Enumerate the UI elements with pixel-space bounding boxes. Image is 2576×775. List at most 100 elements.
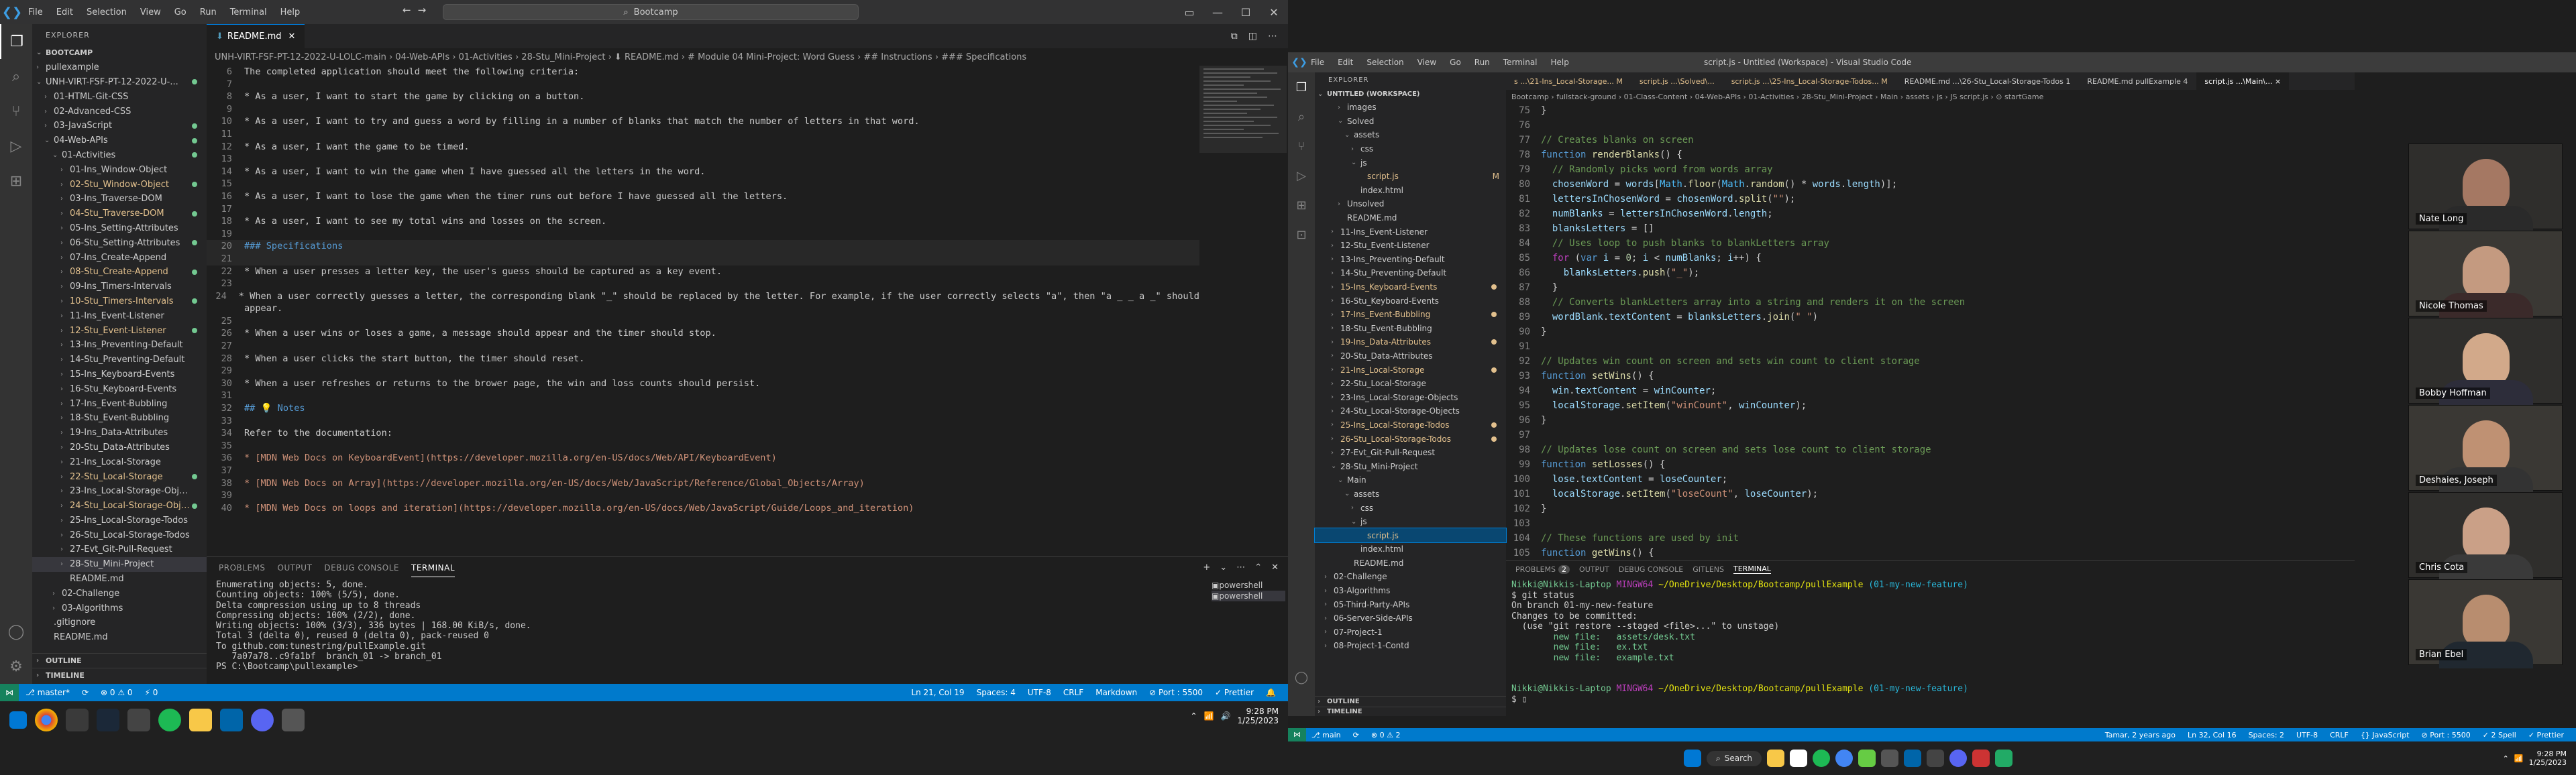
editor-actions[interactable]: ⧉ ◫ ⋯ xyxy=(1231,31,1277,42)
workspace-header[interactable]: ⌄ BOOTCAMP xyxy=(32,46,207,60)
chrome-icon[interactable] xyxy=(1835,750,1853,767)
folder-item[interactable]: › 20-Stu_Data-Attributes xyxy=(1315,349,1506,363)
close-button[interactable]: ✕ xyxy=(1260,0,1288,24)
timeline-section[interactable]: › TIMELINE xyxy=(1315,707,1506,716)
folder-item[interactable]: › 15-Ins_Keyboard-Events xyxy=(32,367,207,382)
menu-item-terminal[interactable]: Terminal xyxy=(1503,58,1538,67)
folder-item[interactable]: › 21-Ins_Local-Storage xyxy=(1315,363,1506,377)
folder-item[interactable]: › 20-Stu_Data-Attributes xyxy=(32,440,207,455)
folder-item[interactable]: › 16-Stu_Keyboard-Events xyxy=(32,381,207,396)
status-item[interactable]: ⟳ xyxy=(82,688,89,697)
folder-item[interactable]: › 13-Ins_Preventing-Default xyxy=(1315,253,1506,267)
status-item[interactable]: ⊗ 0 ⚠ 0 xyxy=(101,688,133,697)
explorer-icon[interactable]: ❐ xyxy=(1288,72,1315,102)
status-item[interactable]: ⊘ Port : 5500 xyxy=(2422,731,2471,739)
folder-item[interactable]: › 27-Evt_Git-Pull-Request xyxy=(1315,446,1506,460)
breadcrumb[interactable]: Bootcamp › fullstack-ground › 01-Class-C… xyxy=(1506,90,2355,103)
folder-item[interactable]: › 05-Ins_Setting-Attributes xyxy=(32,221,207,236)
tab-readme[interactable]: ⬇ README.md ✕ xyxy=(207,24,305,48)
nav-arrows[interactable]: ← → xyxy=(402,4,426,16)
run-debug-icon[interactable]: ▷ xyxy=(0,129,32,164)
system-tray-icon[interactable]: ⌃ xyxy=(1191,711,1197,721)
folder-item[interactable]: › 07-Ins_Create-Append xyxy=(32,250,207,265)
discord-icon[interactable] xyxy=(1949,750,1967,767)
participant-tile[interactable]: Bobby Hoffman xyxy=(2408,318,2563,407)
folder-item[interactable]: › 22-Stu_Local-Storage xyxy=(32,469,207,484)
run-debug-icon[interactable]: ▷ xyxy=(1288,161,1315,190)
source-control-icon[interactable]: ⑂ xyxy=(0,94,32,129)
outline-section[interactable]: › OUTLINE xyxy=(1315,696,1506,707)
app-icon[interactable] xyxy=(1880,750,1898,767)
folder-item[interactable]: › 12-Stu_Event-Listener xyxy=(1315,239,1506,253)
menu-item-go[interactable]: Go xyxy=(174,7,186,17)
folder-item[interactable]: › 02-Stu_Window-Object xyxy=(32,177,207,192)
editor-tab[interactable]: README.md pullExample 4 xyxy=(2079,72,2197,90)
folder-item[interactable]: › 23-Ins_Local-Storage-Objects xyxy=(1315,390,1506,404)
tab-debug-console[interactable]: DEBUG CONSOLE xyxy=(1619,565,1683,574)
terminal-output[interactable]: Nikki@Nikkis-Laptop MINGW64 ~/OneDrive/D… xyxy=(1506,577,2355,705)
remote-explorer-icon[interactable]: ⊡ xyxy=(1288,220,1315,249)
file-item[interactable]: README.md xyxy=(32,572,207,587)
vscode-taskbar-icon[interactable] xyxy=(1903,750,1921,767)
folder-item[interactable]: ⌄ 01-Activities xyxy=(32,148,207,163)
status-item[interactable]: Markdown xyxy=(1095,688,1137,697)
discord-icon[interactable] xyxy=(251,709,274,731)
app-icon[interactable] xyxy=(1994,750,2012,767)
command-center[interactable]: ⌕ Bootcamp xyxy=(443,4,859,20)
status-left[interactable]: ⎇ master* ⟳ ⊗ 0 ⚠ 0 ⚡ 0 xyxy=(25,688,170,697)
status-item[interactable]: ✓ Prettier xyxy=(1215,688,1254,697)
tab-output[interactable]: OUTPUT xyxy=(1579,565,1609,574)
folder-item[interactable]: › 28-Stu_Mini-Project xyxy=(32,556,207,572)
network-icon[interactable]: 📶 xyxy=(2514,754,2524,763)
menu-item-selection[interactable]: Selection xyxy=(87,7,127,17)
folder-item[interactable]: › 11-Ins_Event-Listener xyxy=(1315,225,1506,239)
file-item[interactable]: README.md xyxy=(32,630,207,645)
folder-item[interactable]: › 02-Advanced-CSS xyxy=(32,104,207,119)
status-item[interactable]: ⚡ 0 xyxy=(145,688,158,697)
folder-item[interactable]: › css xyxy=(1315,501,1506,515)
participant-tile[interactable]: Deshaies, Joseph xyxy=(2408,405,2563,494)
spotify-icon[interactable] xyxy=(1812,750,1830,767)
menu-item-file[interactable]: File xyxy=(28,7,43,17)
tab-terminal[interactable]: TERMINAL xyxy=(411,559,455,577)
menu-item-view[interactable]: View xyxy=(1417,58,1436,67)
markdown-code[interactable]: 6 The completed application should meet t… xyxy=(207,66,1199,556)
terminal-output[interactable]: Enumerating objects: 5, done. Counting ob… xyxy=(216,580,1189,672)
folder-item[interactable]: › 21-Ins_Local-Storage xyxy=(32,455,207,469)
menu-item-help[interactable]: Help xyxy=(1551,58,1569,67)
status-item[interactable]: Tamar, 2 years ago xyxy=(2105,731,2176,739)
folder-item[interactable]: › 02-Challenge xyxy=(32,586,207,601)
status-item[interactable]: ⊘ Port : 5500 xyxy=(1149,688,1203,697)
menu-item-go[interactable]: Go xyxy=(1450,58,1461,67)
folder-item[interactable]: › 09-Ins_Timers-Intervals xyxy=(32,280,207,294)
javascript-code[interactable]: 75} 76 77 // Creates blanks on screen 78 func… xyxy=(1506,103,2355,560)
status-right[interactable]: Tamar, 2 years ago Ln 32, Col 16 Spaces: 2… xyxy=(2105,731,2576,739)
folder-item[interactable]: › 16-Stu_Keyboard-Events xyxy=(1315,294,1506,308)
taskbar-search[interactable]: ⌕ Search xyxy=(1707,750,1762,766)
more-actions-icon[interactable]: ⋯ xyxy=(1236,562,1245,573)
folder-item[interactable]: › 06-Server-Side-APIs xyxy=(1315,611,1506,625)
extensions-icon[interactable]: ⊞ xyxy=(0,164,32,198)
folder-item[interactable]: › 18-Stu_Event-Bubbling xyxy=(32,411,207,426)
folder-item[interactable]: › 24-Stu_Local-Storage-Obje... xyxy=(32,499,207,514)
status-item[interactable]: CRLF xyxy=(2330,731,2349,739)
menu-item-run[interactable]: Run xyxy=(1474,58,1490,67)
windows-start-icon[interactable] xyxy=(1684,750,1701,767)
windows-start-icon[interactable] xyxy=(9,711,27,729)
file-item[interactable]: script.js xyxy=(1314,528,1507,543)
status-item[interactable]: Spaces: 2 xyxy=(2249,731,2284,739)
terminal-list[interactable]: ▣ powershell ▣ powershell xyxy=(1212,580,1285,601)
folder-item[interactable]: › 03-Ins_Traverse-DOM xyxy=(32,192,207,206)
folder-item[interactable]: › 13-Ins_Preventing-Default xyxy=(32,338,207,353)
menu-item-run[interactable]: Run xyxy=(200,7,217,17)
folder-item[interactable]: ⌄ UNH-VIRT-FSF-PT-12-2022-U-... xyxy=(32,75,207,90)
search-icon[interactable]: ⌕ xyxy=(0,59,32,94)
participant-tile[interactable]: Brian Ebel xyxy=(2408,579,2563,668)
status-item[interactable]: ✓ Prettier xyxy=(2528,731,2564,739)
status-item[interactable]: {} JavaScript xyxy=(2361,731,2410,739)
split-editor-icon[interactable]: ◫ xyxy=(1248,31,1257,42)
editor-tab[interactable]: script.js ...\Solved\... xyxy=(1631,72,1723,90)
account-icon[interactable]: ◯ xyxy=(1288,662,1315,692)
system-tray-icon[interactable]: ⌃ xyxy=(2503,754,2509,763)
folder-item[interactable]: › 22-Stu_Local-Storage xyxy=(1315,377,1506,391)
